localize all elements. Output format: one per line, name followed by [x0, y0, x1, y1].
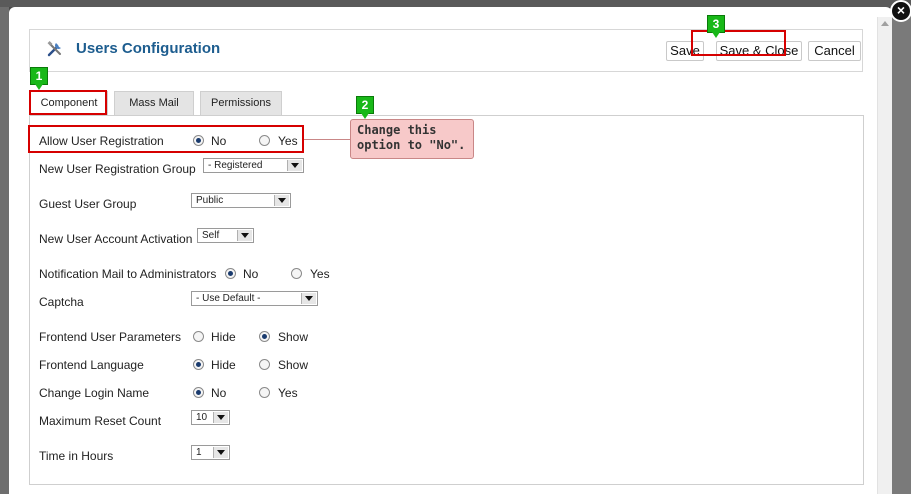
step-badge-1: 1	[30, 67, 48, 90]
chevron-down-icon	[213, 412, 228, 423]
new-user-group-select[interactable]: - Registered	[203, 158, 304, 173]
chevron-down-icon	[274, 195, 289, 206]
tab-permissions[interactable]: Permissions	[200, 91, 282, 116]
step-badge-2: 2	[356, 96, 374, 119]
frontend-language-hide-label: Hide	[211, 358, 236, 372]
frontend-params-hide-label: Hide	[211, 330, 236, 344]
notification-mail-no-label: No	[243, 267, 259, 281]
notification-mail-label: Notification Mail to Administrators	[39, 267, 217, 281]
step-badge-3: 3	[707, 15, 725, 38]
background-left-strip	[0, 7, 9, 494]
frontend-params-show-label: Show	[278, 330, 309, 344]
tab-highlight-box	[29, 90, 107, 115]
time-hours-label: Time in Hours	[39, 449, 114, 463]
guest-group-label: Guest User Group	[39, 197, 137, 211]
notification-mail-yes-radio[interactable]	[291, 268, 302, 279]
tools-icon	[47, 41, 61, 57]
callout-connector-line	[304, 139, 350, 140]
scroll-up-arrow-icon[interactable]	[881, 21, 889, 26]
close-modal-icon[interactable]: ×	[890, 0, 911, 22]
callout-line-1: Change this	[357, 123, 437, 137]
new-user-group-label: New User Registration Group	[39, 162, 196, 176]
max-reset-select[interactable]: 10	[191, 410, 230, 425]
max-reset-label: Maximum Reset Count	[39, 414, 162, 428]
change-login-no-label: No	[211, 386, 227, 400]
frontend-language-show-radio[interactable]	[259, 359, 270, 370]
chevron-down-icon	[287, 160, 302, 171]
frontend-language-label: Frontend Language	[39, 358, 144, 372]
save-close-highlight-box	[691, 30, 786, 56]
change-login-yes-radio[interactable]	[259, 387, 270, 398]
chevron-down-icon	[237, 230, 252, 241]
callout-line-2: option to "No".	[357, 138, 466, 152]
frontend-params-show-radio[interactable]	[259, 331, 270, 342]
change-login-label: Change Login Name	[39, 386, 150, 400]
chevron-down-icon	[213, 447, 228, 458]
guest-group-select[interactable]: Public	[191, 193, 291, 208]
frontend-language-show-label: Show	[278, 358, 309, 372]
background-right-strip	[892, 7, 911, 494]
chevron-down-icon	[301, 293, 316, 304]
captcha-label: Captcha	[39, 295, 84, 309]
change-login-no-radio[interactable]	[193, 387, 204, 398]
frontend-params-label: Frontend User Parameters	[39, 330, 182, 344]
page-title: Users Configuration	[76, 40, 221, 57]
background-top-bar	[0, 0, 911, 7]
cancel-button[interactable]: Cancel	[808, 41, 861, 61]
notification-mail-yes-label: Yes	[310, 267, 330, 281]
captcha-select[interactable]: - Use Default -	[191, 291, 318, 306]
change-login-yes-label: Yes	[278, 386, 298, 400]
account-activation-label: New User Account Activation	[39, 232, 193, 246]
notification-mail-no-radio[interactable]	[225, 268, 236, 279]
time-hours-select[interactable]: 1	[191, 445, 230, 460]
frontend-params-hide-radio[interactable]	[193, 331, 204, 342]
tab-mass-mail[interactable]: Mass Mail	[114, 91, 194, 116]
frontend-language-hide-radio[interactable]	[193, 359, 204, 370]
instruction-callout: Change this option to "No".	[350, 119, 474, 159]
registration-highlight-box	[28, 125, 304, 153]
vertical-scrollbar[interactable]	[877, 17, 892, 494]
account-activation-select[interactable]: Self	[197, 228, 254, 243]
